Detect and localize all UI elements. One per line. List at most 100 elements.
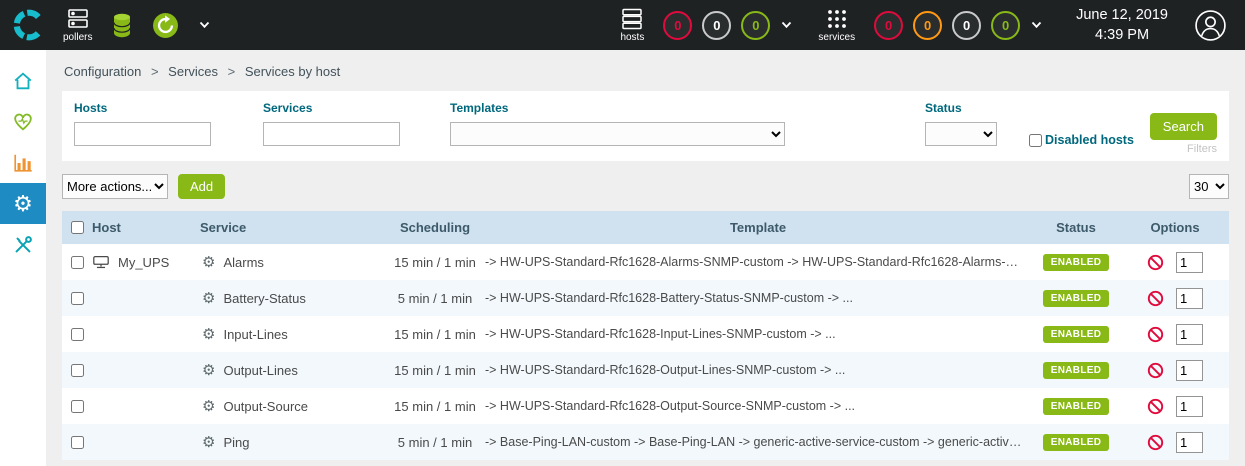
scheduling-value: 15 min / 1 min xyxy=(385,363,485,378)
centreon-logo[interactable] xyxy=(0,0,54,50)
clock-time: 4:39 PM xyxy=(1076,25,1168,45)
header-host: Host xyxy=(92,220,200,235)
services-unknown-counter[interactable]: 0 xyxy=(952,11,981,40)
main-content: Configuration > Services > Services by h… xyxy=(46,50,1245,466)
sidebar-item-home[interactable] xyxy=(0,60,46,101)
sidebar-item-monitoring[interactable] xyxy=(0,101,46,142)
hosts-up-count: 0 xyxy=(752,18,759,33)
template-chain: -> HW-UPS-Standard-Rfc1628-Output-Lines-… xyxy=(485,363,1031,377)
service-gear-icon: ⚙ xyxy=(202,327,215,342)
hosts-down-count: 0 xyxy=(674,18,681,33)
duplicate-count-input[interactable] xyxy=(1176,324,1203,345)
hosts-filter-input[interactable] xyxy=(74,122,211,146)
services-ok-counter[interactable]: 0 xyxy=(991,11,1020,40)
app-root: pollers hosts xyxy=(0,0,1245,466)
hosts-label: hosts xyxy=(620,32,644,43)
templates-filter-select[interactable] xyxy=(450,122,785,146)
sidebar: ⚙ xyxy=(0,50,46,466)
status-badge: ENABLED xyxy=(1043,434,1109,451)
user-menu[interactable] xyxy=(1194,9,1227,42)
disable-icon[interactable] xyxy=(1147,398,1164,415)
header-service: Service xyxy=(200,220,385,235)
disable-icon[interactable] xyxy=(1147,434,1164,451)
add-button[interactable]: Add xyxy=(178,174,225,199)
hosts-unreachable-count: 0 xyxy=(713,18,720,33)
status-filter-select[interactable] xyxy=(925,122,997,146)
disable-icon[interactable] xyxy=(1147,290,1164,307)
scheduling-value: 5 min / 1 min xyxy=(385,435,485,450)
reporting-chart-icon xyxy=(12,152,34,174)
duplicate-count-input[interactable] xyxy=(1176,288,1203,309)
header-status: Status xyxy=(1031,220,1121,235)
breadcrumb-item-services[interactable]: Services xyxy=(168,64,218,79)
service-name[interactable]: Output-Source xyxy=(223,399,308,414)
host-name[interactable]: My_UPS xyxy=(118,255,169,270)
status-badge: ENABLED xyxy=(1043,362,1109,379)
duplicate-count-input[interactable] xyxy=(1176,432,1203,453)
search-button[interactable]: Search xyxy=(1150,113,1217,140)
breadcrumb-item-configuration[interactable]: Configuration xyxy=(64,64,141,79)
duplicate-count-input[interactable] xyxy=(1176,252,1203,273)
sidebar-item-reporting[interactable] xyxy=(0,142,46,183)
export-configuration[interactable] xyxy=(152,12,179,39)
disabled-hosts-checkbox[interactable] xyxy=(1029,134,1042,147)
row-checkbox[interactable] xyxy=(71,436,84,449)
more-actions-select[interactable]: More actions... xyxy=(62,174,168,199)
duplicate-count-input[interactable] xyxy=(1176,396,1203,417)
header-options: Options xyxy=(1121,220,1229,235)
service-name[interactable]: Ping xyxy=(223,435,249,450)
services-warning-counter[interactable]: 0 xyxy=(913,11,942,40)
duplicate-count-input[interactable] xyxy=(1176,360,1203,381)
disabled-hosts-label[interactable]: Disabled hosts xyxy=(1045,133,1134,147)
row-checkbox[interactable] xyxy=(71,256,84,269)
pollers-menu[interactable]: pollers xyxy=(63,8,92,43)
service-gear-icon: ⚙ xyxy=(202,291,215,306)
actions-toolbar: More actions... Add 30 xyxy=(62,174,1229,199)
chevron-down-icon[interactable] xyxy=(199,21,210,29)
status-badge: ENABLED xyxy=(1043,326,1109,343)
row-checkbox[interactable] xyxy=(71,364,84,377)
page-size-select[interactable]: 30 xyxy=(1189,174,1229,199)
services-warning-count: 0 xyxy=(924,18,931,33)
table-row: ⚙ Input-Lines 15 min / 1 min -> HW-UPS-S… xyxy=(62,316,1229,352)
disable-icon[interactable] xyxy=(1147,362,1164,379)
status-badge: ENABLED xyxy=(1043,290,1109,307)
sidebar-item-configuration[interactable]: ⚙ xyxy=(0,183,46,224)
row-checkbox[interactable] xyxy=(71,328,84,341)
select-all-checkbox[interactable] xyxy=(71,221,84,234)
hosts-chevron-down-icon[interactable] xyxy=(781,21,792,29)
filter-hosts-label: Hosts xyxy=(74,101,211,115)
service-name[interactable]: Alarms xyxy=(223,255,263,270)
hosts-menu[interactable]: hosts xyxy=(620,8,644,43)
filter-status-group: Status xyxy=(925,101,997,146)
table-row: ⚙ Output-Lines 15 min / 1 min -> HW-UPS-… xyxy=(62,352,1229,388)
status-badge: ENABLED xyxy=(1043,254,1109,271)
disable-icon[interactable] xyxy=(1147,326,1164,343)
row-checkbox[interactable] xyxy=(71,400,84,413)
filter-services-label: Services xyxy=(263,101,400,115)
services-menu[interactable]: services xyxy=(818,8,855,43)
breadcrumb-item-services-by-host[interactable]: Services by host xyxy=(245,64,340,79)
disable-icon[interactable] xyxy=(1147,254,1164,271)
row-checkbox[interactable] xyxy=(71,292,84,305)
clock: June 12, 2019 4:39 PM xyxy=(1076,5,1168,46)
sidebar-item-administration[interactable] xyxy=(0,224,46,265)
filter-templates-group: Templates xyxy=(450,101,785,146)
service-name[interactable]: Input-Lines xyxy=(223,327,287,342)
services-label: services xyxy=(818,32,855,43)
hosts-up-counter[interactable]: 0 xyxy=(741,11,770,40)
database-status[interactable] xyxy=(110,12,134,39)
filters-caption: Filters xyxy=(1187,143,1217,155)
configuration-gear-icon: ⚙ xyxy=(13,193,33,215)
service-name[interactable]: Output-Lines xyxy=(223,363,297,378)
table-header-row: Host Service Scheduling Template Status … xyxy=(62,211,1229,244)
template-chain: -> HW-UPS-Standard-Rfc1628-Alarms-SNMP-c… xyxy=(485,255,1031,269)
services-critical-counter[interactable]: 0 xyxy=(874,11,903,40)
hosts-unreachable-counter[interactable]: 0 xyxy=(702,11,731,40)
hosts-down-counter[interactable]: 0 xyxy=(663,11,692,40)
table-row: ⚙ Output-Source 15 min / 1 min -> HW-UPS… xyxy=(62,388,1229,424)
service-name[interactable]: Battery-Status xyxy=(223,291,305,306)
services-table: Host Service Scheduling Template Status … xyxy=(62,211,1229,460)
services-chevron-down-icon[interactable] xyxy=(1031,21,1042,29)
services-filter-input[interactable] xyxy=(263,122,400,146)
